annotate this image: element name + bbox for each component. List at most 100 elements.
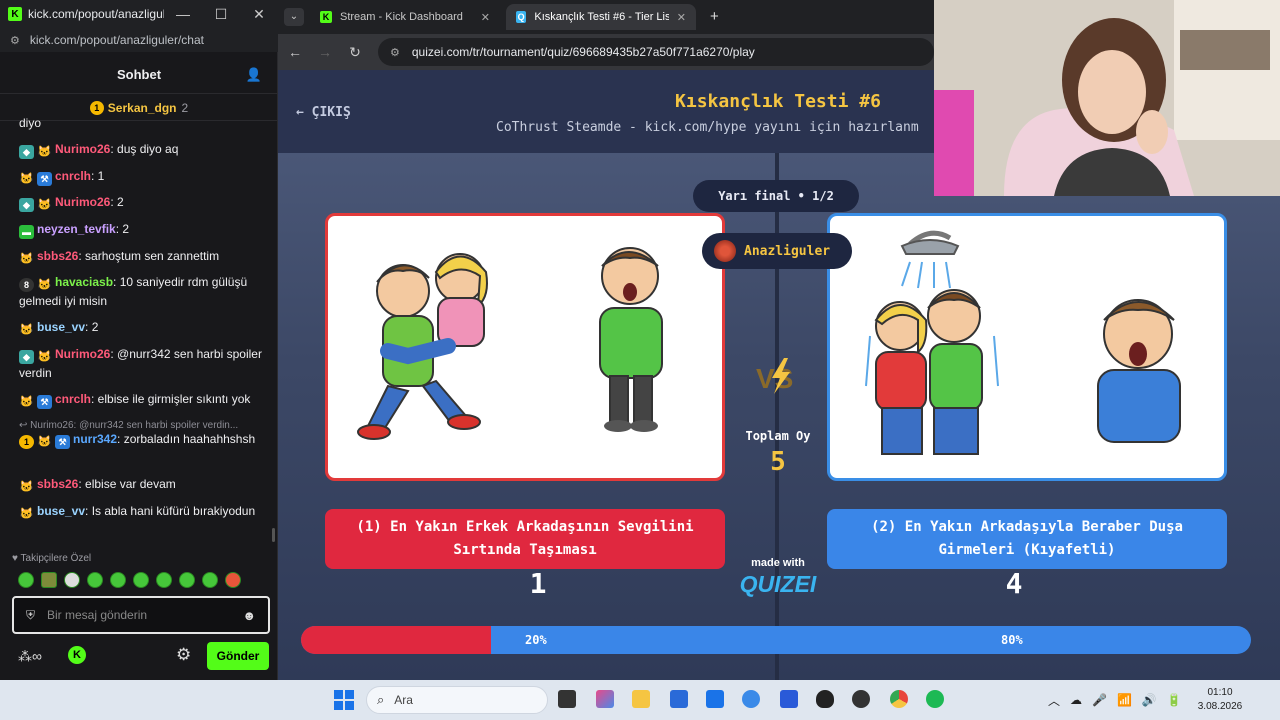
emote-icon[interactable] bbox=[64, 572, 80, 588]
close-tab-icon[interactable]: ✕ bbox=[669, 11, 686, 24]
maximize-icon[interactable]: ☐ bbox=[202, 6, 240, 23]
option-left-label[interactable]: (1) En Yakın Erkek Arkadaşının Sevgilini… bbox=[325, 509, 725, 569]
emote-icon[interactable] bbox=[87, 572, 103, 588]
option-right-card[interactable] bbox=[827, 213, 1227, 481]
channel-points-icon[interactable]: ⁂∞ bbox=[18, 648, 42, 665]
option-left-image bbox=[357, 247, 663, 440]
kick-points-icon[interactable]: K bbox=[68, 646, 86, 664]
store-icon[interactable] bbox=[596, 690, 614, 708]
taskbar-clock[interactable]: 01:10 3.08.2026 bbox=[1192, 686, 1248, 714]
message-username[interactable]: buse_vv bbox=[37, 320, 85, 334]
chat-message-input[interactable] bbox=[47, 608, 228, 622]
emote-icon[interactable] bbox=[202, 572, 218, 588]
site-info-icon[interactable]: ⚙ bbox=[390, 46, 400, 59]
close-tab-icon[interactable]: ✕ bbox=[473, 11, 490, 24]
message-username[interactable]: Nurimo26 bbox=[55, 195, 110, 209]
message-username[interactable]: sbbs26 bbox=[37, 477, 78, 491]
microphone-icon[interactable]: 🎤 bbox=[1092, 693, 1107, 707]
windows-start-icon[interactable] bbox=[334, 690, 354, 710]
emote-section-label: ♥ Takipçilere Özel bbox=[12, 553, 92, 564]
chat-input-box[interactable]: ⛨ ☻ bbox=[12, 596, 270, 634]
site-info-icon[interactable]: ⚙ bbox=[10, 34, 20, 47]
emote-icon[interactable] bbox=[41, 572, 57, 588]
battery-icon[interactable]: 🔋 bbox=[1167, 693, 1182, 707]
message-username[interactable]: sbbs26 bbox=[37, 249, 78, 263]
chat-message: diyo bbox=[19, 118, 264, 132]
clock-date: 3.08.2026 bbox=[1197, 701, 1243, 712]
new-tab-icon[interactable]: + bbox=[710, 8, 719, 25]
navigation-bar: ← → ↻ ⚙ quizei.com/tr/tournament/quiz/69… bbox=[278, 34, 934, 70]
forward-icon[interactable]: → bbox=[310, 44, 340, 60]
cloud-icon[interactable]: ☁ bbox=[1070, 693, 1082, 707]
gear-icon[interactable]: ⚙ bbox=[176, 645, 191, 665]
tab-kick-dashboard[interactable]: K Stream - Kick Dashboard ✕ bbox=[310, 4, 500, 30]
message-username[interactable]: nurr342 bbox=[73, 432, 117, 446]
app-icon[interactable] bbox=[742, 690, 760, 708]
pinned-count: 2 bbox=[181, 100, 189, 115]
spotify-icon[interactable] bbox=[926, 690, 944, 708]
chat-urlbar[interactable]: ⚙ kick.com/popout/anazliguler/chat bbox=[0, 28, 278, 52]
system-tray: ︿ ☁ 🎤 📶 🔊 🔋 bbox=[1048, 680, 1182, 720]
message-username[interactable]: neyzen_tevfik bbox=[37, 222, 116, 236]
message-username[interactable]: Nurimo26 bbox=[55, 142, 110, 156]
users-settings-icon[interactable]: 👤 bbox=[246, 67, 262, 83]
message-username[interactable]: cnrclh bbox=[55, 392, 91, 406]
exit-button[interactable]: ← ÇIKIŞ bbox=[296, 105, 351, 120]
streamer-avatar bbox=[714, 240, 736, 262]
minimize-icon[interactable]: — bbox=[164, 6, 202, 22]
app-icon[interactable] bbox=[780, 690, 798, 708]
message-text: : zorbaladın haahahhshsh bbox=[117, 432, 256, 446]
outlook-icon[interactable] bbox=[706, 690, 724, 708]
emote-icon[interactable] bbox=[156, 572, 172, 588]
emote-icon[interactable] bbox=[133, 572, 149, 588]
emote-icon[interactable] bbox=[179, 572, 195, 588]
alien-app-icon[interactable] bbox=[816, 690, 834, 708]
tray-expand-icon[interactable]: ︿ bbox=[1048, 692, 1060, 709]
chat-header-title: Sohbet bbox=[116, 67, 162, 82]
tab-search-icon[interactable]: ⌄ bbox=[284, 8, 304, 26]
message-text: : 2 bbox=[110, 195, 124, 209]
close-icon[interactable]: ✕ bbox=[240, 6, 278, 23]
send-button[interactable]: Gönder bbox=[207, 642, 269, 670]
wifi-icon[interactable]: 📶 bbox=[1117, 693, 1132, 707]
tab-quizei[interactable]: Q Kıskançlık Testi #6 - Tier List, Kı ✕ bbox=[506, 4, 696, 30]
reload-icon[interactable]: ↻ bbox=[340, 44, 370, 61]
cat-badge-icon: 🐱 bbox=[19, 324, 34, 336]
chrome-icon[interactable] bbox=[890, 690, 908, 708]
quizei-logo[interactable]: QUIZEI bbox=[736, 571, 820, 598]
round-indicator: Yarı final • 1/2 bbox=[693, 180, 859, 212]
moderator-badge-icon: ⚒ bbox=[37, 172, 52, 186]
option-left-card[interactable] bbox=[325, 213, 725, 481]
file-explorer-icon[interactable] bbox=[558, 690, 576, 708]
address-bar[interactable]: ⚙ quizei.com/tr/tournament/quiz/69668943… bbox=[378, 38, 934, 66]
kick-logo-icon: K bbox=[8, 7, 22, 21]
emote-label-text: Takipçilere Özel bbox=[20, 553, 92, 564]
emote-icon[interactable] bbox=[110, 572, 126, 588]
folder-icon[interactable] bbox=[632, 690, 650, 708]
obs-icon[interactable] bbox=[852, 690, 870, 708]
exit-label: ÇIKIŞ bbox=[311, 105, 351, 120]
chat-message-list[interactable]: diyo ◆ 🐱 Nurimo26: duş diyo aq 🐱 ⚒ cnrclh: 1… bbox=[0, 118, 272, 548]
message-username[interactable]: cnrclh bbox=[55, 169, 91, 183]
back-icon[interactable]: ← bbox=[280, 44, 310, 60]
message-text: : duş diyo aq bbox=[110, 142, 179, 156]
option-right-label[interactable]: (2) En Yakın Arkadaşıyla Beraber Duşa Gi… bbox=[827, 509, 1227, 569]
volume-icon[interactable]: 🔊 bbox=[1142, 693, 1157, 707]
emote-icon[interactable] bbox=[225, 572, 241, 588]
emoji-picker-icon[interactable]: ☻ bbox=[242, 608, 256, 623]
subscriber-badge-icon: ◆ bbox=[19, 350, 34, 364]
message-text: : elbise var devam bbox=[78, 477, 176, 491]
cat-badge-icon: 🐱 bbox=[37, 436, 52, 448]
message-username[interactable]: buse_vv bbox=[37, 504, 85, 518]
total-votes-label: Toplam Oy bbox=[745, 429, 811, 443]
app-icon[interactable] bbox=[670, 690, 688, 708]
chat-scrollbar[interactable] bbox=[272, 528, 275, 542]
message-text: : 2 bbox=[85, 320, 99, 334]
taskbar-search[interactable]: ⌕ Ara bbox=[366, 686, 548, 714]
message-username[interactable]: havaciasb bbox=[55, 275, 113, 289]
message-text: : 2 bbox=[115, 222, 130, 236]
gift-count-badge: 1 bbox=[19, 435, 34, 449]
message-text: diyo bbox=[19, 118, 42, 130]
emote-icon[interactable] bbox=[18, 572, 34, 588]
message-username[interactable]: Nurimo26 bbox=[55, 347, 110, 361]
